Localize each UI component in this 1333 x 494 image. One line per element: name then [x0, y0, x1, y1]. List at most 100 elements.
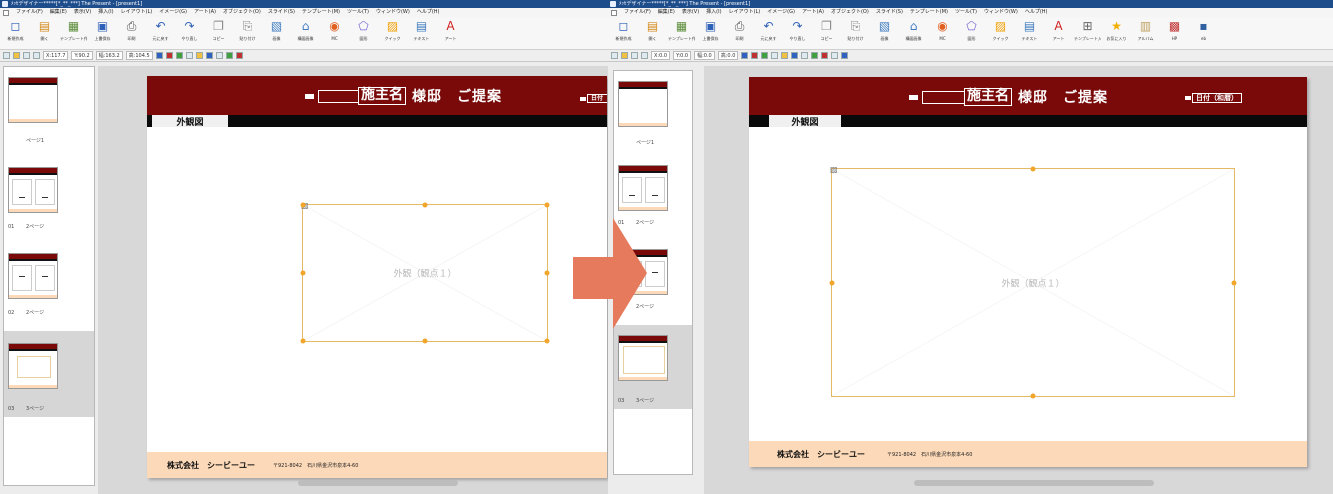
resize-handle-s[interactable]: [422, 338, 428, 344]
menu-help[interactable]: ヘルプ(H): [1025, 8, 1048, 17]
toolbar-button-13[interactable]: ▨ クイック: [379, 19, 406, 49]
page-thumbnail-1[interactable]: ページ1: [4, 75, 94, 145]
toolbar-button-10[interactable]: ⌂ 構図画像: [900, 19, 927, 49]
zoom-in-icon[interactable]: [631, 52, 638, 59]
page-thumbnail-1[interactable]: ページ1: [614, 79, 692, 147]
x-coord-field[interactable]: X:117.7: [43, 51, 69, 60]
horizontal-scrollbar[interactable]: [914, 480, 1154, 486]
menu-layout[interactable]: レイアウト(L): [121, 8, 153, 17]
menu-file[interactable]: ファイル(F): [624, 8, 651, 17]
toolbar-button-3[interactable]: ▣ 上書保存: [697, 19, 724, 49]
menu-template[interactable]: テンプレート(M): [302, 8, 340, 17]
toolbar-button-1[interactable]: ▤ 開く: [639, 19, 666, 49]
width-field[interactable]: 幅:163.2: [95, 51, 123, 60]
toolbar-button-0[interactable]: ◻ 新規作成: [610, 19, 637, 49]
zoom-out-icon[interactable]: [641, 52, 648, 59]
color-icon[interactable]: [811, 52, 819, 59]
fill-color-icon[interactable]: [165, 52, 173, 59]
menu-slide[interactable]: スライド(S): [876, 8, 903, 17]
menu-file[interactable]: ファイル(F): [16, 8, 43, 17]
menu-edit[interactable]: 編集(E): [658, 8, 675, 17]
menu-image[interactable]: イメージ(G): [159, 8, 187, 17]
menu-tools[interactable]: ツール(T): [955, 8, 977, 17]
toolbar-button-1[interactable]: ▤ 開く: [31, 19, 58, 49]
owner-name-box[interactable]: 施主名: [964, 88, 1012, 106]
x-coord-field[interactable]: X:0.0: [651, 51, 671, 60]
height-field[interactable]: 高:0.0: [717, 51, 739, 60]
rotate-icon[interactable]: [801, 52, 809, 59]
line-color-icon[interactable]: [155, 52, 163, 59]
align-icon[interactable]: [185, 52, 193, 59]
menu-help[interactable]: ヘルプ(H): [417, 8, 440, 17]
resize-handle-s[interactable]: [1030, 393, 1036, 399]
toolbar-button-7[interactable]: ❐ コピー: [813, 19, 840, 49]
order-icon[interactable]: [195, 52, 203, 59]
resize-handle-sw[interactable]: [300, 338, 306, 344]
toolbar-button-12[interactable]: ⬠ 図形: [350, 19, 377, 49]
chart-icon[interactable]: [235, 52, 243, 59]
menu-edit[interactable]: 編集(E): [50, 8, 67, 17]
resize-handle-w[interactable]: [300, 270, 306, 276]
page-thumbnail-3[interactable]: 02 2ページ: [4, 245, 94, 323]
toolbar-button-17[interactable]: ★ お気に入り: [1103, 19, 1130, 49]
line-color-icon[interactable]: [741, 52, 749, 59]
zoom-icon[interactable]: [3, 52, 10, 59]
resize-handle-n[interactable]: [422, 202, 428, 208]
toolbar-button-7[interactable]: ❐ コピー: [205, 19, 232, 49]
grid-icon[interactable]: [831, 52, 839, 59]
fill-icon[interactable]: [13, 52, 20, 59]
page-thumbnail-2[interactable]: 01 2ページ: [4, 159, 94, 237]
shadow-icon[interactable]: [761, 52, 769, 59]
date-field[interactable]: 日付（和暦）: [580, 94, 607, 104]
y-coord-field[interactable]: Y:90.2: [71, 51, 93, 60]
menu-image[interactable]: イメージ(G): [767, 8, 795, 17]
width-field[interactable]: 幅:0.0: [694, 51, 715, 60]
toolbar-button-5[interactable]: ↶ 元に戻す: [755, 19, 782, 49]
toolbar-button-15[interactable]: A アート: [1045, 19, 1072, 49]
toolbar-button-5[interactable]: ↶ 元に戻す: [147, 19, 174, 49]
toolbar-button-14[interactable]: ▤ テキスト: [408, 19, 435, 49]
toolbar-button-6[interactable]: ↷ やり直し: [176, 19, 203, 49]
menu-object[interactable]: オブジェクト(O): [223, 8, 261, 17]
order-icon[interactable]: [781, 52, 789, 59]
toolbar-button-4[interactable]: ⎙ 印刷: [726, 19, 753, 49]
toolbar-button-8[interactable]: ⎘ 貼り付け: [842, 19, 869, 49]
resize-handle-se[interactable]: [544, 338, 550, 344]
menu-slide[interactable]: スライド(S): [268, 8, 295, 17]
toolbar-button-18[interactable]: ▥ アルバム: [1132, 19, 1159, 49]
toolbar-button-2[interactable]: ▦ テンプレート作成: [60, 19, 87, 49]
resize-handle-e[interactable]: [544, 270, 550, 276]
fill-icon[interactable]: [621, 52, 628, 59]
toolbar-button-0[interactable]: ◻ 新規作成: [2, 19, 29, 49]
toolbar-button-4[interactable]: ⎙ 印刷: [118, 19, 145, 49]
toolbar-button-10[interactable]: ⌂ 構図画像: [292, 19, 319, 49]
height-field[interactable]: 高:104.5: [125, 51, 153, 60]
toolbar-button-6[interactable]: ↷ やり直し: [784, 19, 811, 49]
menu-object[interactable]: オブジェクト(O): [831, 8, 869, 17]
image-placeholder-frame[interactable]: ▨ 外観（観点１）: [829, 165, 1237, 399]
zoom-in-icon[interactable]: [23, 52, 30, 59]
owner-name-box[interactable]: 施主名: [358, 87, 406, 105]
menu-view[interactable]: 表示(V): [74, 8, 91, 17]
resize-handle-n[interactable]: [1030, 166, 1036, 172]
toolbar-button-9[interactable]: ▧ 画像: [263, 19, 290, 49]
menu-tools[interactable]: ツール(T): [347, 8, 369, 17]
toolbar-button-9[interactable]: ▧ 画像: [871, 19, 898, 49]
menu-view[interactable]: 表示(V): [682, 8, 699, 17]
toolbar-button-12[interactable]: ⬠ 図形: [958, 19, 985, 49]
zoom-out-icon[interactable]: [33, 52, 40, 59]
toolbar-button-13[interactable]: ▨ クイック: [987, 19, 1014, 49]
zoom-icon[interactable]: [611, 52, 618, 59]
date-field[interactable]: 日付（和暦）: [1185, 93, 1242, 104]
chart-icon[interactable]: [821, 52, 829, 59]
resize-handle-e[interactable]: [1231, 280, 1237, 285]
toolbar-button-20[interactable]: ▪ eb: [1190, 19, 1217, 49]
shadow-icon[interactable]: [175, 52, 183, 59]
align-icon[interactable]: [771, 52, 779, 59]
menu-insert[interactable]: 挿入(I): [98, 8, 113, 17]
menu-art[interactable]: アート(A): [802, 8, 824, 17]
resize-handle-w[interactable]: [829, 280, 835, 285]
fill-color-icon[interactable]: [751, 52, 759, 59]
menu-art[interactable]: アート(A): [194, 8, 216, 17]
menu-insert[interactable]: 挿入(I): [706, 8, 721, 17]
